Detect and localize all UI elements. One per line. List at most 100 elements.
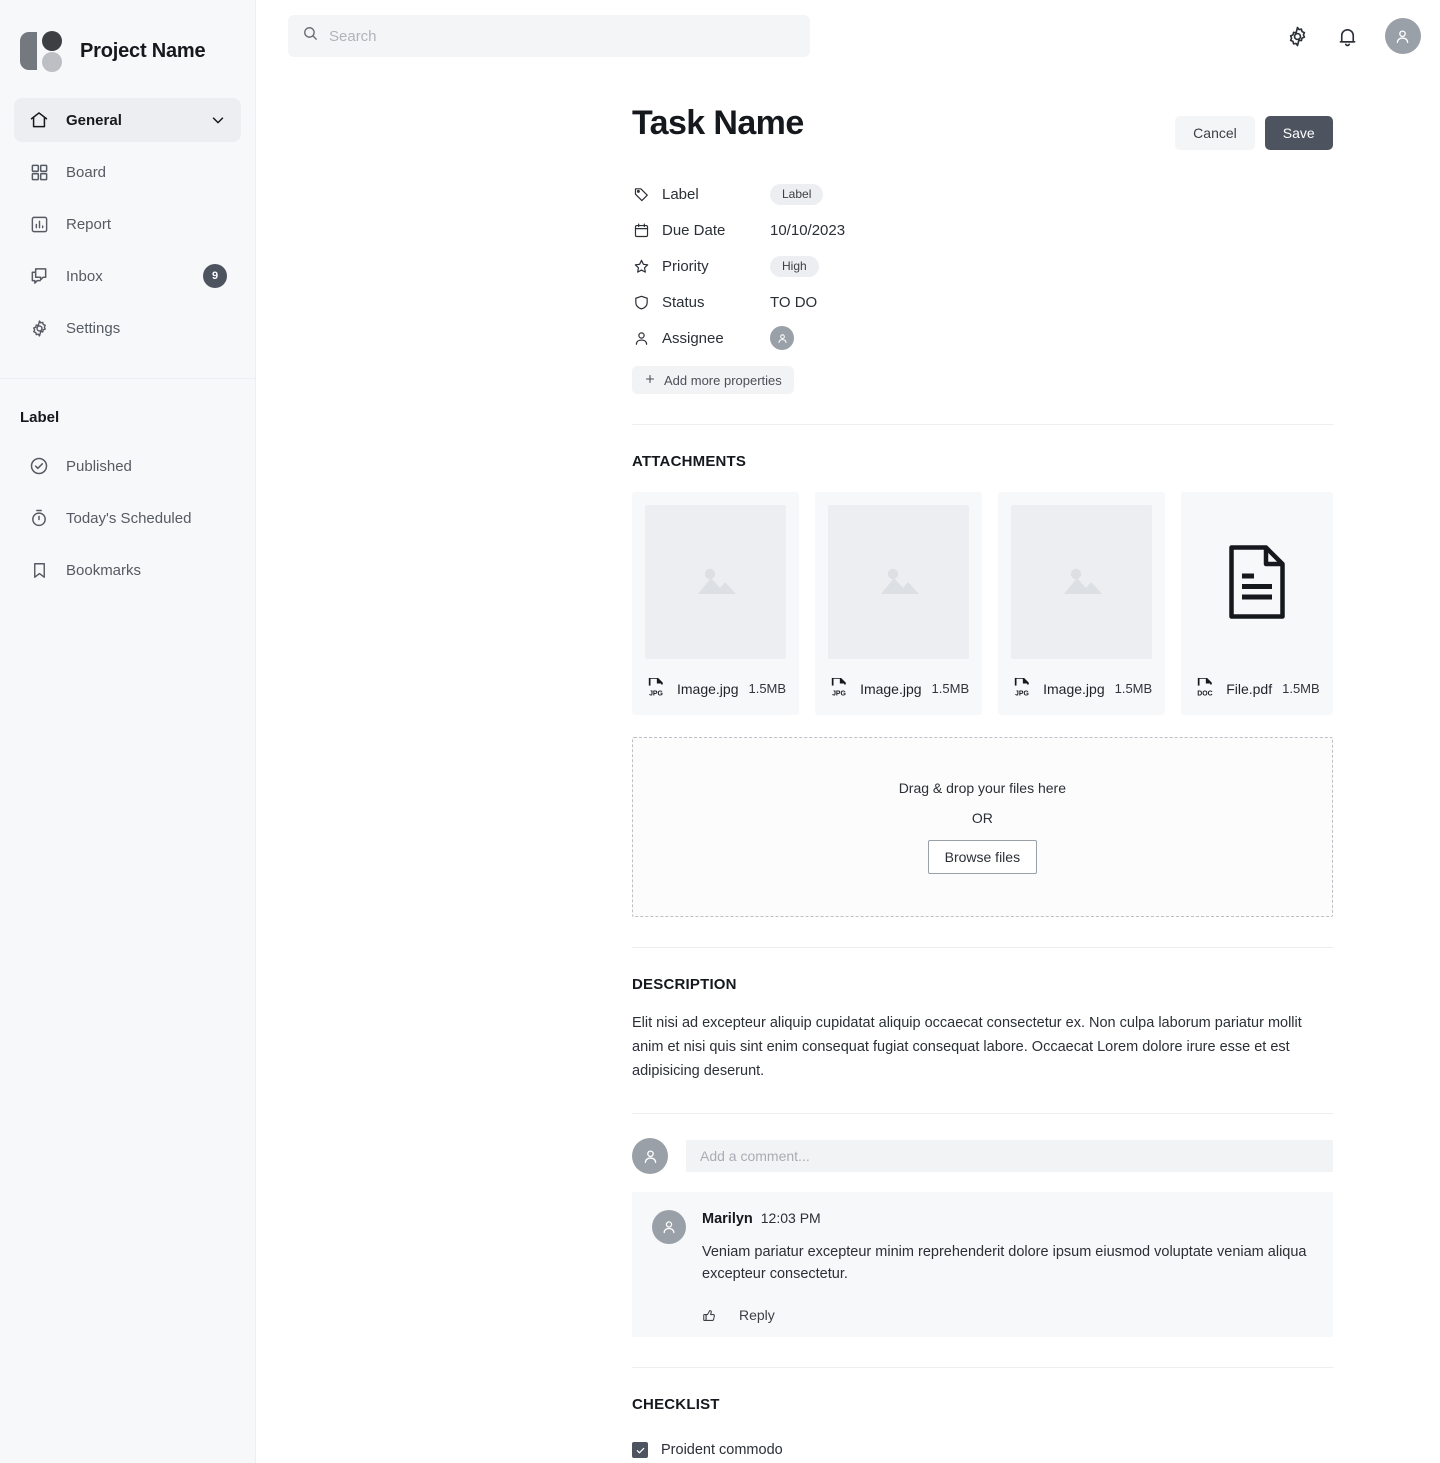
chevron-down-icon[interactable] (209, 111, 227, 129)
checklist-item[interactable]: Proident commodo (632, 1433, 1333, 1463)
sidebar-item-published[interactable]: Published (14, 444, 241, 488)
label-chip[interactable]: Label (770, 183, 824, 205)
property-key: Label (632, 185, 770, 203)
due-date-value[interactable]: 10/10/2023 (770, 222, 845, 239)
attachment-meta: DOC File.pdf 1.5MB (1194, 675, 1320, 702)
property-key-label: Assignee (662, 329, 724, 347)
thumbs-up-icon[interactable] (702, 1308, 717, 1323)
sidebar-item-board[interactable]: Board (14, 150, 241, 194)
checkbox-checked-icon[interactable] (632, 1442, 648, 1458)
comment-compose-row (632, 1138, 1333, 1174)
status-value[interactable]: TO DO (770, 294, 817, 311)
sidebar-primary-nav: General Board Report Inbox 9 Settings (0, 98, 255, 350)
assignee-avatar[interactable] (770, 326, 794, 350)
comment-header: Marilyn 12:03 PM (702, 1210, 1313, 1227)
attachment-name: Image.jpg (860, 680, 922, 697)
description-section-title: DESCRIPTION (632, 976, 737, 993)
description-body: Elit nisi ad excepteur aliquip cupidatat… (632, 1015, 1302, 1079)
home-icon (28, 109, 50, 131)
attachment-meta: JPG Image.jpg 1.5MB (828, 675, 969, 702)
property-row-label[interactable]: Label Label (632, 176, 1333, 212)
grid-icon (28, 161, 50, 183)
topbar-actions (1285, 18, 1421, 54)
property-row-due-date[interactable]: Due Date 10/10/2023 (632, 212, 1333, 248)
attachment-meta: JPG Image.jpg 1.5MB (645, 675, 786, 702)
search-box[interactable] (288, 15, 810, 57)
property-value[interactable]: Label (770, 183, 824, 205)
property-value[interactable] (770, 326, 794, 350)
tag-icon (632, 185, 650, 203)
property-key-label: Label (662, 185, 699, 203)
search-input[interactable] (329, 27, 796, 45)
svg-text:JPG: JPG (649, 690, 663, 697)
attachment-meta: JPG Image.jpg 1.5MB (1011, 675, 1152, 702)
add-more-properties-button[interactable]: Add more properties (632, 366, 794, 394)
sidebar-item-label: Inbox (66, 267, 103, 285)
property-key: Due Date (632, 221, 770, 239)
star-icon (632, 257, 650, 275)
reply-button[interactable]: Reply (739, 1307, 775, 1323)
sidebar-item-inbox[interactable]: Inbox 9 (14, 254, 241, 298)
comment-item: Marilyn 12:03 PM Veniam pariatur excepte… (632, 1192, 1333, 1337)
property-row-assignee[interactable]: Assignee (632, 320, 1333, 356)
bar-chart-icon (28, 213, 50, 235)
document-icon (1194, 505, 1320, 659)
sidebar-section-title: Label (20, 409, 60, 426)
bookmark-icon (28, 559, 50, 581)
jpg-file-icon: JPG (828, 675, 850, 702)
bell-icon[interactable] (1335, 23, 1361, 49)
property-value[interactable]: High (770, 255, 819, 277)
topbar (256, 0, 1440, 72)
svg-text:JPG: JPG (832, 690, 846, 697)
sidebar-item-label: Report (66, 215, 112, 233)
attachment-size: 1.5MB (1282, 681, 1320, 696)
browse-files-button[interactable]: Browse files (927, 840, 1038, 874)
priority-chip[interactable]: High (770, 255, 819, 277)
property-row-status[interactable]: Status TO DO (632, 284, 1333, 320)
header-buttons: Cancel Save (1175, 104, 1333, 150)
svg-text:JPG: JPG (1015, 690, 1029, 697)
timer-icon (28, 507, 50, 529)
sidebar-item-todays-scheduled[interactable]: Today's Scheduled (14, 496, 241, 540)
sidebar-item-label: Bookmarks (66, 561, 142, 579)
main-area: Task Name Cancel Save Label Label (256, 0, 1440, 1463)
comment-input[interactable] (686, 1140, 1333, 1172)
jpg-file-icon: JPG (1011, 675, 1033, 702)
attachment-card[interactable]: JPG Image.jpg 1.5MB (632, 492, 800, 715)
add-more-properties-label: Add more properties (664, 372, 782, 388)
attachment-name: Image.jpg (1043, 680, 1105, 697)
cancel-button[interactable]: Cancel (1175, 116, 1255, 150)
save-button[interactable]: Save (1264, 116, 1333, 150)
divider-checklist (632, 1367, 1333, 1368)
sidebar-item-general[interactable]: General (14, 98, 241, 142)
person-icon (632, 329, 650, 347)
property-key: Priority (632, 257, 770, 275)
comment-author-name: Marilyn (702, 1211, 753, 1227)
comment-author-avatar[interactable] (652, 1210, 686, 1244)
attachment-card[interactable]: JPG Image.jpg 1.5MB (998, 492, 1166, 715)
property-row-priority[interactable]: Priority High (632, 248, 1333, 284)
gear-icon[interactable] (1285, 23, 1311, 49)
shield-icon (632, 293, 650, 311)
attachment-size: 1.5MB (1114, 681, 1153, 696)
sidebar-item-settings[interactable]: Settings (14, 306, 241, 350)
plus-icon (644, 373, 656, 388)
attachment-name: Image.jpg (677, 680, 739, 697)
user-avatar-icon[interactable] (1384, 18, 1421, 54)
attachment-card[interactable]: JPG Image.jpg 1.5MB (815, 492, 983, 715)
brand-title: Project Name (80, 39, 206, 62)
property-key-label: Due Date (662, 221, 726, 239)
inbox-badge: 9 (203, 264, 227, 288)
app-root: Project Name General Board Report Inbox … (0, 0, 1440, 1463)
property-key-label: Status (662, 293, 705, 311)
page-title: Task Name (632, 104, 804, 142)
attachment-card[interactable]: DOC File.pdf 1.5MB (1181, 492, 1333, 715)
file-dropzone[interactable]: Drag & drop your files here OR Browse fi… (632, 737, 1333, 917)
sidebar-item-label: Board (66, 163, 107, 181)
sidebar-item-report[interactable]: Report (14, 202, 241, 246)
search-icon (302, 25, 319, 47)
svg-text:DOC: DOC (1197, 690, 1212, 697)
current-user-avatar[interactable] (632, 1138, 668, 1174)
sidebar-item-bookmarks[interactable]: Bookmarks (14, 548, 241, 592)
sidebar: Project Name General Board Report Inbox … (0, 0, 256, 1463)
